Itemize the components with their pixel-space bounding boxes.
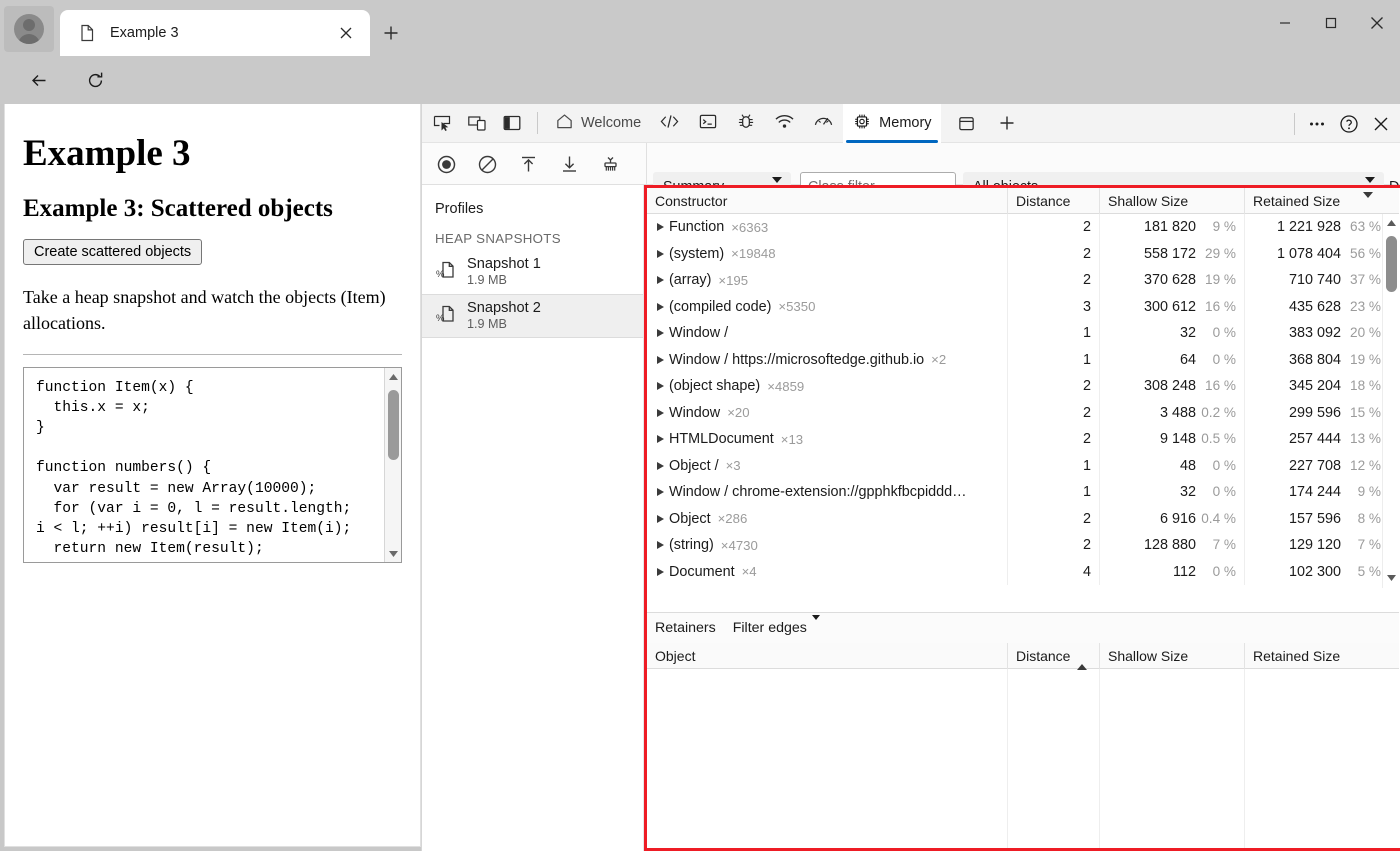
create-scattered-objects-button[interactable]: Create scattered objects (23, 239, 202, 265)
help-icon[interactable] (1333, 108, 1365, 139)
page-instructions: Take a heap snapshot and watch the objec… (23, 285, 402, 336)
tab-sources[interactable] (727, 104, 765, 143)
devtools-right-buttons (1288, 108, 1397, 139)
page-icon (78, 24, 96, 42)
save-profile-icon[interactable] (549, 148, 590, 180)
snapshot-text: Snapshot 2 1.9 MB (467, 300, 541, 332)
page-content: Example 3 Example 3: Scattered objects C… (5, 104, 420, 563)
toolbar-divider (646, 143, 647, 185)
scroll-down-icon[interactable] (385, 545, 402, 562)
home-icon (555, 112, 574, 135)
browser-navbar: https://microsoftedge.github.io/Demos/de… (0, 56, 1400, 104)
close-icon[interactable] (331, 18, 361, 48)
back-arrow-icon[interactable] (22, 63, 56, 97)
memory-toolbar-icons (426, 143, 631, 185)
clear-icon[interactable] (467, 148, 508, 180)
elements-code-icon (659, 112, 680, 135)
devtools-tabbar: Welcome (422, 104, 1400, 143)
snapshot-icon: % (434, 258, 458, 287)
sources-bug-icon (736, 112, 756, 135)
new-tab-button[interactable] (375, 17, 407, 49)
close-window-icon[interactable] (1354, 0, 1400, 46)
collect-garbage-icon[interactable] (590, 148, 631, 180)
svg-text:%: % (436, 269, 445, 280)
scroll-up-icon[interactable] (385, 368, 401, 385)
memory-toolbar: Summary Class filter All objects De (422, 143, 1400, 185)
close-devtools-icon[interactable] (1365, 108, 1397, 139)
snapshot-icon: % (434, 302, 458, 331)
more-options-icon[interactable] (1301, 108, 1333, 139)
page-subtitle: Example 3: Scattered objects (23, 195, 402, 223)
tab-memory[interactable]: Memory (843, 104, 940, 143)
browser-tab[interactable]: Example 3 (60, 10, 370, 56)
tab-title: Example 3 (110, 25, 331, 41)
panel-layout-icon[interactable] (951, 108, 982, 139)
tab-console[interactable] (689, 104, 727, 143)
snapshot-list-item[interactable]: % Snapshot 2 1.9 MB (422, 294, 643, 338)
tab-network[interactable] (765, 104, 804, 143)
reload-icon[interactable] (78, 63, 112, 97)
load-profile-icon[interactable] (508, 148, 549, 180)
network-wifi-icon (774, 112, 795, 135)
toolbar-separator (537, 112, 538, 134)
page-viewport: Example 3 Example 3: Scattered objects C… (4, 104, 421, 847)
browser-titlebar: Example 3 (0, 0, 1400, 56)
avatar (14, 14, 44, 44)
profiles-sidebar: Profiles HEAP SNAPSHOTS % Snapshot 1 1.9… (422, 185, 644, 851)
memory-chip-icon (852, 112, 872, 135)
console-icon (698, 112, 718, 135)
tab-memory-label: Memory (879, 115, 931, 131)
heap-snapshots-section-label: HEAP SNAPSHOTS (422, 217, 643, 250)
snapshot-size: 1.9 MB (467, 273, 541, 288)
divider (23, 354, 402, 355)
snapshot-list-item[interactable]: % Snapshot 1 1.9 MB (422, 250, 643, 294)
tab-elements[interactable] (650, 104, 689, 143)
code-scrollbar[interactable] (384, 368, 401, 563)
browser-window: Example 3 (0, 0, 1400, 851)
code-scrollbar-thumb[interactable] (388, 390, 399, 460)
snapshot-text: Snapshot 1 1.9 MB (467, 256, 541, 288)
plus-icon[interactable] (992, 108, 1023, 139)
page-title: Example 3 (23, 132, 402, 175)
inspect-element-icon[interactable] (426, 108, 457, 139)
device-emulation-icon[interactable] (461, 108, 492, 139)
tab-performance[interactable] (804, 104, 843, 143)
profile-button[interactable] (4, 6, 54, 52)
devtools-panel: Welcome (421, 104, 1400, 851)
window-controls (1262, 0, 1400, 46)
highlight-box (644, 185, 1400, 851)
code-sample-box[interactable]: function Item(x) { this.x = x; } functio… (23, 367, 402, 563)
record-icon[interactable] (426, 148, 467, 180)
snapshot-name: Snapshot 2 (467, 300, 541, 317)
profiles-title: Profiles (422, 185, 643, 217)
code-sample: function Item(x) { this.x = x; } functio… (24, 368, 401, 563)
tab-welcome-label: Welcome (581, 115, 641, 131)
minimize-icon[interactable] (1262, 0, 1308, 46)
separator (1294, 113, 1295, 135)
dock-side-icon[interactable] (496, 108, 527, 139)
snapshot-size: 1.9 MB (467, 317, 541, 332)
snapshot-name: Snapshot 1 (467, 256, 541, 273)
performance-gauge-icon (813, 112, 834, 135)
maximize-icon[interactable] (1308, 0, 1354, 46)
svg-text:%: % (436, 313, 445, 324)
tab-welcome[interactable]: Welcome (546, 104, 650, 143)
